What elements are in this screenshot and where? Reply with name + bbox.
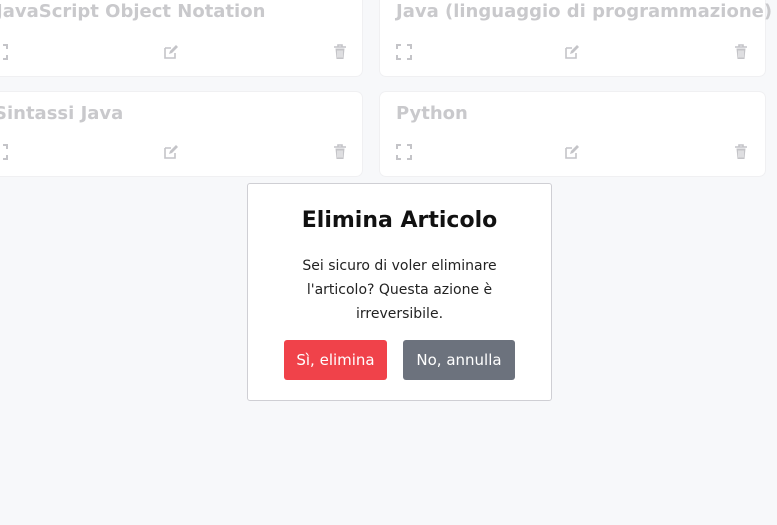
delete-confirm-dialog: Elimina Articolo Sei sicuro di voler eli…	[247, 183, 552, 401]
expand-icon[interactable]	[0, 44, 8, 60]
cancel-button[interactable]: No, annulla	[403, 340, 515, 380]
edit-icon[interactable]	[163, 144, 179, 160]
expand-icon[interactable]	[0, 144, 8, 160]
expand-icon[interactable]	[396, 44, 412, 60]
article-card: Sintassi Java	[0, 92, 362, 176]
trash-icon[interactable]	[733, 44, 749, 60]
confirm-delete-button[interactable]: Sì, elimina	[284, 340, 387, 380]
dialog-message: Sei sicuro di voler eliminare l'articolo…	[302, 258, 497, 322]
article-title: Sintassi Java	[0, 103, 124, 124]
article-card: JavaScript Object Notation	[0, 0, 362, 76]
article-card: Python	[380, 92, 765, 176]
trash-icon[interactable]	[332, 144, 348, 160]
article-title: JavaScript Object Notation	[0, 1, 266, 22]
expand-icon[interactable]	[396, 144, 412, 160]
edit-icon[interactable]	[163, 44, 179, 60]
edit-icon[interactable]	[564, 144, 580, 160]
dialog-title: Elimina Articolo	[301, 208, 498, 233]
edit-icon[interactable]	[564, 44, 580, 60]
article-title: Python	[396, 103, 468, 124]
trash-icon[interactable]	[733, 144, 749, 160]
article-title: Java (linguaggio di programmazione)	[396, 1, 773, 22]
article-card: Java (linguaggio di programmazione)	[380, 0, 772, 76]
trash-icon[interactable]	[332, 44, 348, 60]
